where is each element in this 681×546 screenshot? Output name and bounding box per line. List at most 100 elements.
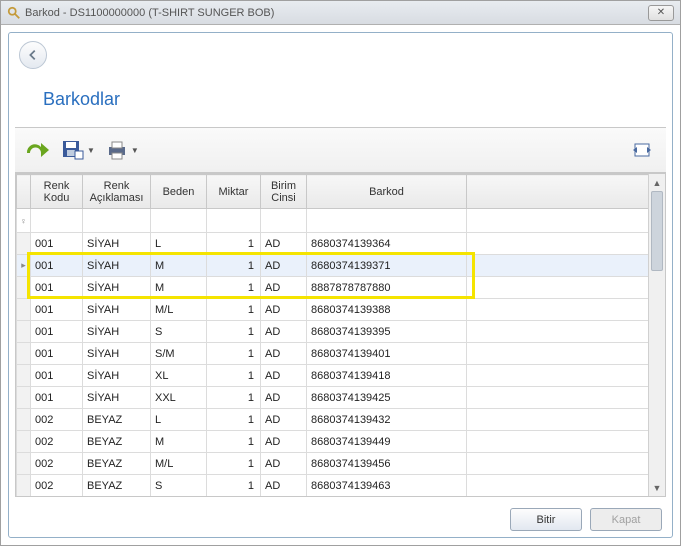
cell-renk_kodu[interactable]: 002 xyxy=(31,431,83,453)
cell-renk_aciklamasi[interactable]: SİYAH xyxy=(83,233,151,255)
cell-barkod[interactable]: 8680374139364 xyxy=(307,233,467,255)
cell-miktar[interactable]: 1 xyxy=(207,343,261,365)
table-row[interactable]: 002BEYAZM/L1AD8680374139456 xyxy=(17,453,656,475)
close-button[interactable]: ✕ xyxy=(648,5,674,21)
filter-renk-aciklamasi[interactable] xyxy=(83,209,151,233)
bitir-button[interactable]: Bitir xyxy=(510,508,582,531)
cell-beden[interactable]: M/L xyxy=(151,299,207,321)
vertical-scrollbar[interactable]: ▲ ▼ xyxy=(648,174,665,496)
col-barkod[interactable]: Barkod xyxy=(307,175,467,209)
cell-renk_kodu[interactable]: 001 xyxy=(31,255,83,277)
cell-birim[interactable]: AD xyxy=(261,475,307,497)
scroll-down-button[interactable]: ▼ xyxy=(649,479,665,496)
cell-barkod[interactable]: 8680374139401 xyxy=(307,343,467,365)
table-row[interactable]: 002BEYAZS1AD8680374139463 xyxy=(17,475,656,497)
cell-renk_kodu[interactable]: 002 xyxy=(31,475,83,497)
table-row[interactable]: 001SİYAHL1AD8680374139364 xyxy=(17,233,656,255)
cell-birim[interactable]: AD xyxy=(261,299,307,321)
cell-barkod[interactable]: 8680374139388 xyxy=(307,299,467,321)
data-grid[interactable]: Renk Kodu Renk Açıklaması Beden Miktar B… xyxy=(15,173,666,497)
cell-barkod[interactable]: 8887878787880 xyxy=(307,277,467,299)
table-row[interactable]: 002BEYAZM1AD8680374139449 xyxy=(17,431,656,453)
cell-renk_kodu[interactable]: 002 xyxy=(31,409,83,431)
cell-barkod[interactable]: 8680374139371 xyxy=(307,255,467,277)
filter-birim[interactable] xyxy=(261,209,307,233)
cell-barkod[interactable]: 8680374139425 xyxy=(307,387,467,409)
cell-renk_aciklamasi[interactable]: BEYAZ xyxy=(83,409,151,431)
table-row[interactable]: ▸001SİYAHM1AD8680374139371 xyxy=(17,255,656,277)
cell-miktar[interactable]: 1 xyxy=(207,277,261,299)
cell-barkod[interactable]: 8680374139449 xyxy=(307,431,467,453)
scroll-up-button[interactable]: ▲ xyxy=(649,174,665,191)
table-row[interactable]: 001SİYAHM/L1AD8680374139388 xyxy=(17,299,656,321)
cell-renk_kodu[interactable]: 001 xyxy=(31,387,83,409)
cell-renk_aciklamasi[interactable]: BEYAZ xyxy=(83,453,151,475)
cell-beden[interactable]: M xyxy=(151,277,207,299)
cell-miktar[interactable]: 1 xyxy=(207,321,261,343)
cell-renk_aciklamasi[interactable]: SİYAH xyxy=(83,343,151,365)
cell-beden[interactable]: M/L xyxy=(151,453,207,475)
cell-birim[interactable]: AD xyxy=(261,321,307,343)
filter-miktar[interactable] xyxy=(207,209,261,233)
back-button[interactable] xyxy=(19,41,47,69)
cell-birim[interactable]: AD xyxy=(261,343,307,365)
cell-renk_kodu[interactable]: 002 xyxy=(31,453,83,475)
table-row[interactable]: 001SİYAHXL1AD8680374139418 xyxy=(17,365,656,387)
cell-beden[interactable]: XXL xyxy=(151,387,207,409)
cell-miktar[interactable]: 1 xyxy=(207,365,261,387)
table-row[interactable]: 001SİYAHM1AD8887878787880 xyxy=(17,277,656,299)
cell-barkod[interactable]: 8680374139463 xyxy=(307,475,467,497)
print-split-button[interactable]: ▼ xyxy=(103,135,141,165)
scroll-track[interactable] xyxy=(649,191,665,479)
save-split-button[interactable]: ▼ xyxy=(59,135,97,165)
cell-renk_aciklamasi[interactable]: SİYAH xyxy=(83,365,151,387)
cell-renk_kodu[interactable]: 001 xyxy=(31,343,83,365)
table-row[interactable]: 001SİYAHS1AD8680374139395 xyxy=(17,321,656,343)
col-beden[interactable]: Beden xyxy=(151,175,207,209)
cell-renk_aciklamasi[interactable]: BEYAZ xyxy=(83,431,151,453)
cell-birim[interactable]: AD xyxy=(261,277,307,299)
table-row[interactable]: 001SİYAHS/M1AD8680374139401 xyxy=(17,343,656,365)
cell-barkod[interactable]: 8680374139456 xyxy=(307,453,467,475)
cell-renk_kodu[interactable]: 001 xyxy=(31,299,83,321)
cell-barkod[interactable]: 8680374139395 xyxy=(307,321,467,343)
cell-beden[interactable]: L xyxy=(151,409,207,431)
cell-birim[interactable]: AD xyxy=(261,387,307,409)
cell-renk_aciklamasi[interactable]: SİYAH xyxy=(83,299,151,321)
cell-miktar[interactable]: 1 xyxy=(207,475,261,497)
cell-renk_aciklamasi[interactable]: SİYAH xyxy=(83,321,151,343)
cell-renk_aciklamasi[interactable]: SİYAH xyxy=(83,387,151,409)
cell-birim[interactable]: AD xyxy=(261,431,307,453)
cell-birim[interactable]: AD xyxy=(261,365,307,387)
cell-miktar[interactable]: 1 xyxy=(207,233,261,255)
cell-birim[interactable]: AD xyxy=(261,255,307,277)
cell-renk_aciklamasi[interactable]: BEYAZ xyxy=(83,475,151,497)
cell-renk_aciklamasi[interactable]: SİYAH xyxy=(83,255,151,277)
col-renk-kodu[interactable]: Renk Kodu xyxy=(31,175,83,209)
table-row[interactable]: 002BEYAZL1AD8680374139432 xyxy=(17,409,656,431)
fit-columns-button[interactable] xyxy=(630,137,654,163)
cell-beden[interactable]: M xyxy=(151,255,207,277)
table-row[interactable]: 001SİYAHXXL1AD8680374139425 xyxy=(17,387,656,409)
cell-miktar[interactable]: 1 xyxy=(207,299,261,321)
cell-birim[interactable]: AD xyxy=(261,453,307,475)
filter-row[interactable]: ♀ xyxy=(17,209,656,233)
filter-renk-kodu[interactable] xyxy=(31,209,83,233)
cell-renk_kodu[interactable]: 001 xyxy=(31,365,83,387)
cell-beden[interactable]: M xyxy=(151,431,207,453)
cell-renk_aciklamasi[interactable]: SİYAH xyxy=(83,277,151,299)
cell-renk_kodu[interactable]: 001 xyxy=(31,321,83,343)
cell-beden[interactable]: S xyxy=(151,321,207,343)
filter-beden[interactable] xyxy=(151,209,207,233)
cell-renk_kodu[interactable]: 001 xyxy=(31,233,83,255)
cell-renk_kodu[interactable]: 001 xyxy=(31,277,83,299)
cell-birim[interactable]: AD xyxy=(261,409,307,431)
col-birim-cinsi[interactable]: Birim Cinsi xyxy=(261,175,307,209)
scroll-thumb[interactable] xyxy=(651,191,663,271)
indicator-header[interactable] xyxy=(17,175,31,209)
cell-beden[interactable]: S/M xyxy=(151,343,207,365)
redo-button[interactable] xyxy=(21,135,53,165)
cell-birim[interactable]: AD xyxy=(261,233,307,255)
cell-miktar[interactable]: 1 xyxy=(207,431,261,453)
cell-miktar[interactable]: 1 xyxy=(207,453,261,475)
